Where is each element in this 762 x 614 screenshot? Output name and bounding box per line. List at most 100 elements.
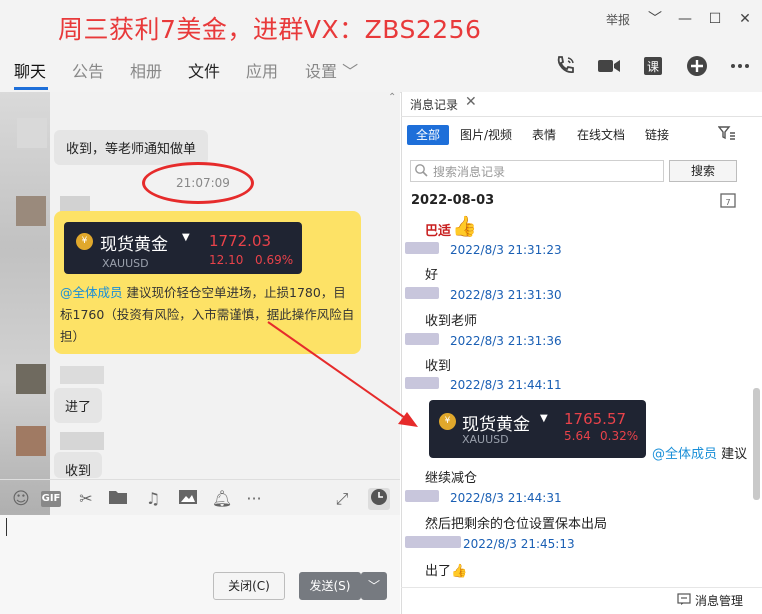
filter-all[interactable]: 全部 [407, 125, 449, 145]
sender-name-blurred [405, 333, 439, 345]
phone-icon[interactable] [552, 54, 578, 80]
avatar[interactable] [16, 364, 46, 394]
add-icon[interactable] [684, 54, 710, 80]
collapse-arrow-icon[interactable]: ⌃ [388, 92, 396, 103]
avatar[interactable] [17, 118, 47, 148]
divider [0, 479, 400, 480]
avatar[interactable] [16, 196, 46, 226]
history-text: 然后把剩余的仓位设置保本出局 [425, 517, 608, 532]
class-icon[interactable]: 课 [640, 54, 666, 80]
history-scrollbar[interactable] [753, 388, 760, 500]
history-mention-line: @全体成员 建议 [652, 443, 747, 462]
gif-icon[interactable]: GIF [41, 491, 61, 507]
scissors-icon[interactable]: ✂ [75, 488, 97, 510]
trade-notice: @全体成员 建议现价轻仓空单进场，止损1780，目标1760（投资有风险，入市需… [60, 282, 358, 348]
message-manage-link[interactable]: 消息管理 [695, 592, 743, 609]
mention-all[interactable]: @全体成员 [60, 285, 123, 300]
calendar-icon[interactable]: 7 [720, 192, 736, 212]
quote-code: XAUUSD [102, 257, 149, 270]
history-text: 收到 [425, 359, 452, 374]
history-text: 出了👍 [425, 564, 468, 579]
tab-files[interactable]: 文件 [188, 58, 220, 82]
red-highlight-circle [142, 162, 254, 204]
filter-media[interactable]: 图片/视频 [460, 125, 512, 145]
close-window-button[interactable]: ✕ [734, 9, 756, 29]
more-icon[interactable]: ··· [243, 488, 265, 510]
quote-change: 5.64 [564, 429, 591, 443]
history-sender: 巴适 [425, 224, 452, 239]
tab-apps[interactable]: 应用 [246, 58, 278, 82]
gold-coin-icon: ¥ [76, 233, 93, 250]
message-bubble: 进了 [54, 388, 103, 423]
maximize-button[interactable]: ☐ [704, 9, 726, 29]
history-title: 消息记录 [410, 98, 459, 112]
divider [401, 116, 762, 117]
clock-icon[interactable] [368, 488, 390, 510]
sender-name-blurred [405, 242, 439, 254]
avatar[interactable] [16, 426, 46, 456]
search-button[interactable]: 搜索 [669, 160, 737, 182]
text-cursor [6, 518, 7, 536]
dropdown-caret-icon: ▼ [182, 232, 190, 243]
tab-album[interactable]: 相册 [130, 58, 162, 82]
history-meta: 2022/8/3 21:31:36 [450, 334, 562, 348]
quote-change-pct: 0.32% [600, 429, 639, 443]
tab-chat[interactable]: 聊天 [14, 58, 46, 82]
history-search-input[interactable]: 搜索消息记录 [410, 160, 664, 182]
filter-links[interactable]: 链接 [645, 125, 669, 145]
history-meta: 2022/8/3 21:31:23 [450, 243, 562, 257]
history-meta: 2022/8/3 21:45:13 [463, 537, 575, 551]
message-bubble: 收到 [54, 452, 103, 479]
mention-all[interactable]: @全体成员 [652, 447, 717, 462]
tab-announcement[interactable]: 公告 [72, 58, 104, 82]
quote-change-pct: 0.69% [255, 253, 294, 267]
history-date: 2022-08-03 [411, 193, 495, 208]
dropdown-caret-icon: ▼ [540, 413, 548, 424]
collapse-icon[interactable]: ﹀ [644, 9, 666, 29]
history-meta: 2022/8/3 21:44:31 [450, 491, 562, 505]
sender-name-blurred [60, 366, 104, 384]
send-options-dropdown[interactable]: ﹀ [361, 572, 387, 600]
video-icon[interactable] [596, 54, 622, 80]
close-button[interactable]: 关闭(C) [213, 572, 285, 600]
svg-text:7: 7 [725, 198, 730, 207]
gold-coin-icon: ¥ [439, 413, 456, 430]
history-text: 好 [425, 268, 439, 283]
emoji-icon[interactable]: ☺ [10, 488, 32, 510]
history-text: 继续减仓 [425, 471, 478, 486]
sender-name-blurred [405, 377, 439, 389]
bell-icon[interactable]: 🔔︎ [211, 488, 233, 510]
quote-name: 现货黄金 [462, 415, 530, 435]
quote-price: 1765.57 [564, 410, 627, 428]
expand-icon[interactable]: ⤢ [331, 488, 353, 510]
message-manage-icon[interactable] [677, 593, 691, 610]
message-bubble: 收到，等老师通知做单 [54, 130, 209, 165]
folder-icon[interactable] [107, 488, 129, 510]
divider [401, 587, 762, 588]
svg-text:课: 课 [647, 60, 659, 74]
active-tab-indicator [14, 87, 48, 90]
send-button[interactable]: 发送(S) [299, 572, 361, 600]
sender-name-blurred [60, 432, 104, 450]
quote-name: 现货黄金 [100, 235, 168, 255]
history-meta: 2022/8/3 21:44:11 [450, 378, 562, 392]
search-icon [414, 163, 428, 180]
music-icon[interactable]: ♫ [142, 488, 164, 510]
minimize-button[interactable]: — [674, 9, 696, 29]
report-link[interactable]: 举报 [606, 11, 630, 28]
filter-docs[interactable]: 在线文档 [577, 125, 625, 145]
quote-code: XAUUSD [462, 433, 509, 446]
history-text: 收到老师 [425, 314, 478, 329]
promo-banner-text: 周三获利7美金，进群VX：ZBS2256 [58, 15, 482, 44]
filter-stickers[interactable]: 表情 [532, 125, 556, 145]
tab-settings[interactable]: 设置 ﹀ [305, 58, 358, 82]
quote-change: 12.10 [209, 253, 244, 267]
image-icon[interactable] [177, 488, 199, 510]
sender-name-blurred [405, 536, 461, 548]
more-icon[interactable] [727, 54, 753, 80]
sender-name-blurred [405, 287, 439, 299]
close-icon[interactable]: ✕ [465, 94, 477, 110]
quote-price: 1772.03 [209, 232, 272, 250]
filter-icon[interactable] [717, 125, 736, 145]
sender-name-blurred [405, 490, 439, 502]
